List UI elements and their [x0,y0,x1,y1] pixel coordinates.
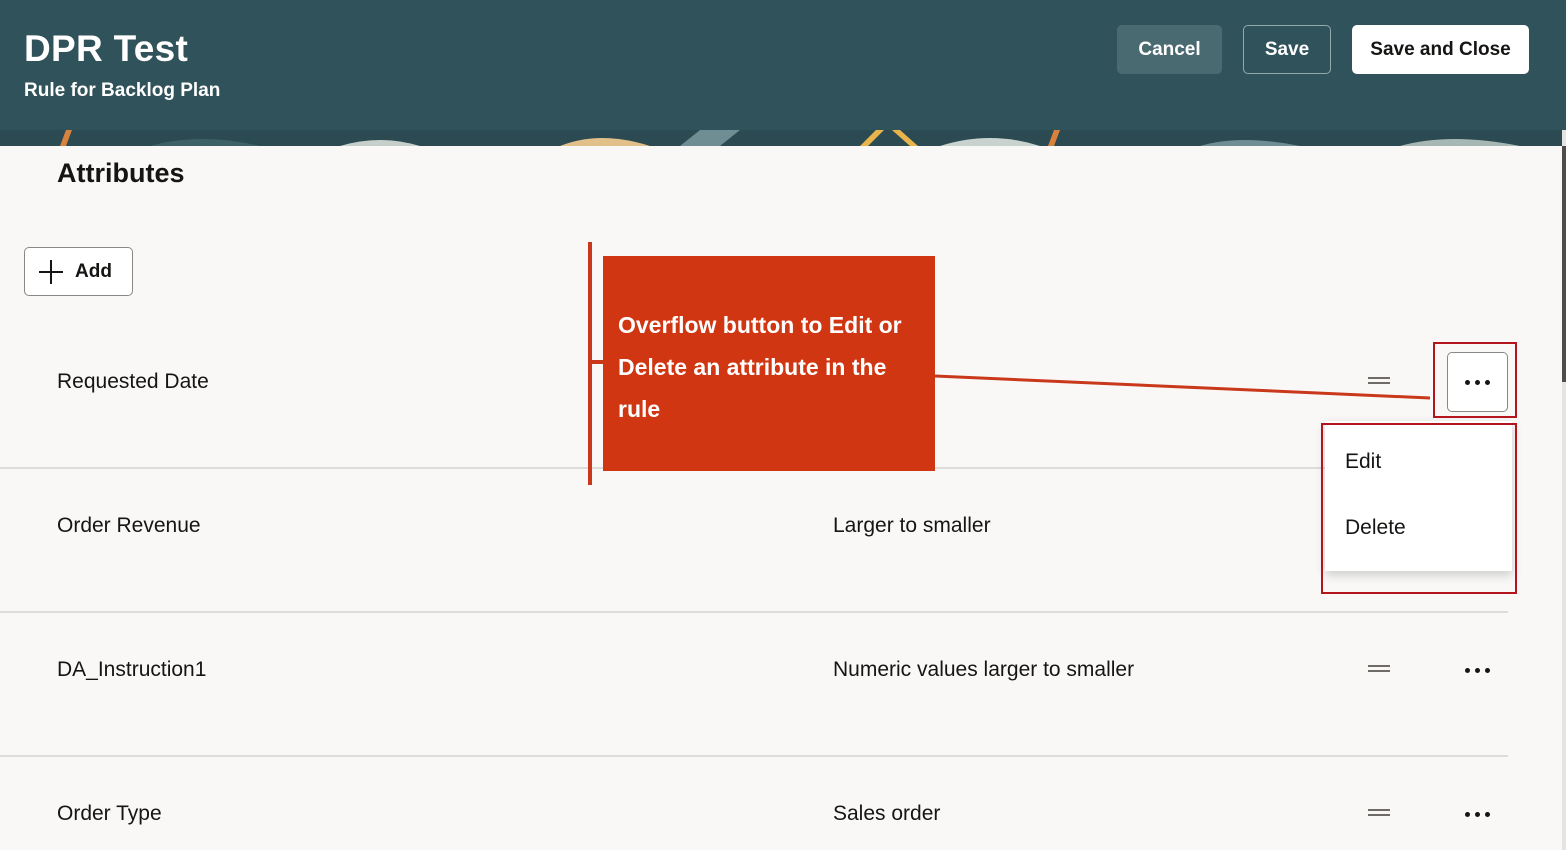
overflow-menu-button[interactable] [1447,784,1508,844]
callout-bracket-tick [588,360,604,364]
overflow-menu-button[interactable] [1447,640,1508,700]
page-title: DPR Test [24,28,189,69]
row-label: Order Type [57,802,162,825]
row-value: Sales order [833,802,941,825]
row-label: DA_Instruction1 [57,658,207,681]
dot-icon [1465,667,1470,673]
section-title: Attributes [57,158,185,188]
menu-highlight [1321,423,1517,594]
drag-handle-icon[interactable] [1368,665,1390,673]
row-divider [0,755,1508,757]
row-label: Requested Date [57,370,209,393]
save-and-close-button[interactable]: Save and Close [1352,25,1529,74]
drag-handle-icon[interactable] [1368,377,1390,385]
plus-icon [39,259,63,284]
add-attribute-button[interactable]: Add [24,247,133,296]
overflow-button-highlight [1433,342,1517,418]
row-label: Order Revenue [57,514,201,537]
callout-box: Overflow button to Edit or Delete an att… [603,256,935,471]
scrollbar-thumb[interactable] [1562,146,1566,382]
dot-icon [1485,667,1490,673]
row-value: Numeric values larger to smaller [833,658,1135,681]
save-button[interactable]: Save [1243,25,1331,74]
dot-icon [1465,811,1470,817]
dot-icon [1485,811,1490,817]
dot-icon [1475,811,1480,817]
dot-icon [1475,667,1480,673]
drag-handle-icon[interactable] [1368,809,1390,817]
cancel-button[interactable]: Cancel [1117,25,1222,74]
add-button-label: Add [75,260,112,282]
page-subtitle: Rule for Backlog Plan [24,80,221,101]
row-value: Larger to smaller [833,514,991,537]
decorative-banner [0,130,1562,146]
row-divider [0,611,1508,613]
page-header: DPR Test Rule for Backlog Plan Cancel Sa… [0,0,1566,130]
